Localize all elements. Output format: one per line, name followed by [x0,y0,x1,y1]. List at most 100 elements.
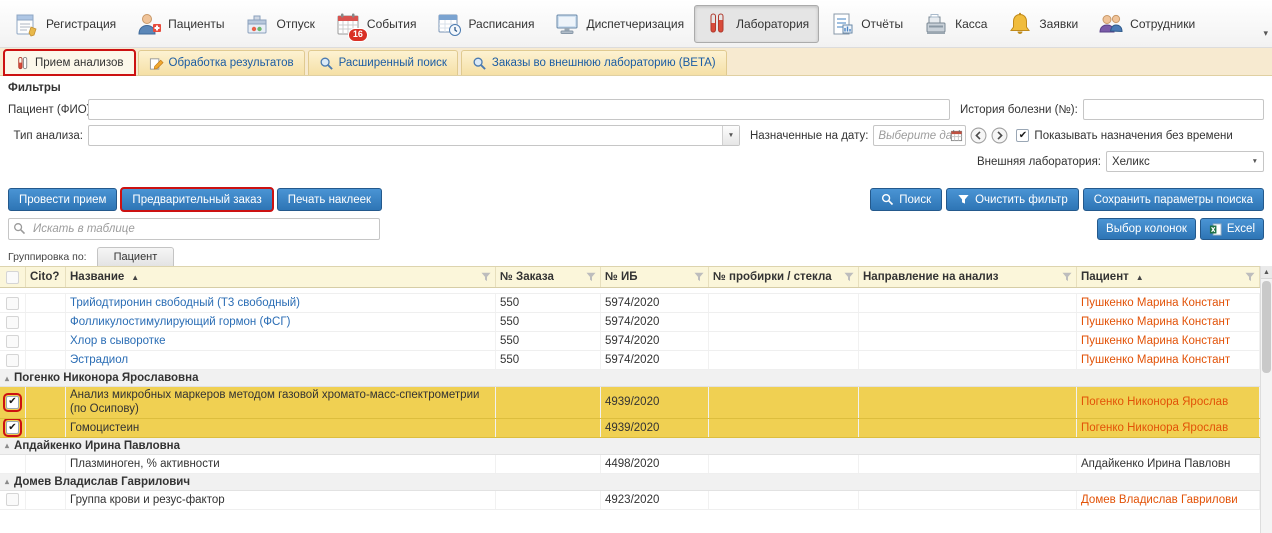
choose-columns-button[interactable]: Выбор колонок [1097,218,1196,240]
filter-funnel-icon[interactable] [1062,272,1072,282]
analysis-type-select[interactable]: ▼ [88,125,740,146]
group-row[interactable]: ▴Апдайкенко Ирина Павловна [0,438,1260,455]
analysis-name-cell[interactable]: Эстрадиол [66,351,496,369]
toolbar-item-patients[interactable]: Пациенты [126,5,234,43]
history-number-input[interactable] [1083,99,1264,120]
patient-cell: Пушкенко Марина Констант [1077,313,1260,331]
prev-date-button[interactable] [970,127,987,144]
grouping-chip-patient[interactable]: Пациент [97,247,175,266]
order-number-cell: 550 [496,294,601,312]
tube-number-cell [709,294,859,312]
toolbar-item-label: Касса [955,17,987,31]
column-header-order[interactable]: № Заказа [496,267,601,287]
filter-funnel-icon[interactable] [844,272,854,282]
preorder-button[interactable]: Предварительный заказ [121,188,272,211]
column-header-check[interactable] [0,267,26,287]
toolbar-item-label: Расписания [468,17,534,31]
toolbar-item-events[interactable]: 16События [325,5,427,43]
table-row[interactable]: Эстрадиол5505974/2020Пушкенко Марина Кон… [0,351,1260,370]
tube-number-cell [709,419,859,437]
row-checkbox[interactable] [6,335,19,348]
table-row[interactable]: Фолликулостимулирующий гормон (ФСГ)55059… [0,313,1260,332]
filter-funnel-icon[interactable] [694,272,704,282]
toolbar-item-employees[interactable]: Сотрудники [1088,5,1205,43]
save-search-params-button[interactable]: Сохранить параметры поиска [1083,188,1264,211]
patient-cell: Пушкенко Марина Констант [1077,294,1260,312]
toolbar-item-reports[interactable]: Отчёты [819,5,913,43]
referral-cell [859,387,1077,418]
tab-прием[interactable]: Прием анализов [4,50,135,75]
row-checkbox[interactable] [6,493,19,506]
analysis-name-cell[interactable]: Трийодтиронин свободный (Т3 свободный) [66,294,496,312]
receive-button[interactable]: Провести прием [8,188,117,211]
collapse-icon[interactable]: ▴ [5,374,9,383]
collapse-icon[interactable]: ▴ [5,441,9,450]
group-row[interactable]: ▴Погенко Никонора Ярославовна [0,370,1260,387]
requests-icon [1007,11,1033,37]
patients-icon [136,11,162,37]
row-checkbox[interactable] [6,297,19,310]
events-badge: 16 [348,28,368,42]
excel-export-button[interactable]: Excel [1200,218,1264,240]
patient-cell: Пушкенко Марина Констант [1077,351,1260,369]
row-check-cell [0,294,26,312]
toolbar-item-schedule[interactable]: Расписания [426,5,544,43]
table-row[interactable]: Группа крови и резус-фактор4923/2020Доме… [0,491,1260,510]
collapse-icon[interactable]: ▴ [5,477,9,486]
group-row[interactable]: ▴Домев Владислав Гаврилович [0,474,1260,491]
patient-fio-input[interactable] [88,99,950,120]
filter-funnel-icon[interactable] [481,272,491,282]
toolbar-item-cashbox[interactable]: Касса [913,5,997,43]
filter-funnel-icon[interactable] [586,272,596,282]
vertical-scrollbar[interactable]: ▲ [1260,266,1272,533]
select-all-checkbox[interactable] [6,271,19,284]
table-row[interactable]: Гомоцистеин4939/2020Погенко Никонора Яро… [0,419,1260,438]
table-row[interactable]: Трийодтиронин свободный (Т3 свободный)55… [0,294,1260,313]
toolbar-item-laboratory[interactable]: Лаборатория [694,5,819,43]
row-checkbox[interactable] [6,396,19,409]
toolbar-item-label: События [367,17,417,31]
next-date-button[interactable] [991,127,1008,144]
toolbar-item-label: Сотрудники [1130,17,1195,31]
filter-funnel-icon[interactable] [1245,272,1255,282]
scroll-up-icon[interactable]: ▲ [1261,266,1272,279]
filters-title: Фильтры [8,82,1264,94]
clear-filter-button[interactable]: Очистить фильтр [946,188,1079,211]
chevron-down-icon[interactable]: ▼ [722,126,739,145]
toolbar-overflow-chevron-icon[interactable]: ▾ [1263,28,1268,39]
column-header-ib[interactable]: № ИБ [601,267,709,287]
print-labels-button[interactable]: Печать наклеек [277,188,382,211]
analysis-name-cell[interactable]: Хлор в сыворотке [66,332,496,350]
row-checkbox[interactable] [6,354,19,367]
column-header-tube[interactable]: № пробирки / стекла [709,267,859,287]
row-check-cell [0,419,26,437]
toolbar-item-dispense[interactable]: Отпуск [234,5,324,43]
analysis-name-cell[interactable]: Фолликулостимулирующий гормон (ФСГ) [66,313,496,331]
toolbar-item-registration[interactable]: Регистрация [4,5,126,43]
toolbar-item-requests[interactable]: Заявки [997,5,1088,43]
tab-расширенный[interactable]: Расширенный поиск [308,50,458,75]
show-without-time-checkbox[interactable] [1016,129,1029,142]
calendar-icon[interactable] [950,129,963,142]
search-button[interactable]: Поиск [870,188,942,211]
external-lab-select[interactable]: Хеликс ▼ [1106,151,1264,172]
row-checkbox[interactable] [6,421,19,434]
column-header-cito[interactable]: Cito? [26,267,66,287]
table-row[interactable]: Хлор в сыворотке5505974/2020Пушкенко Мар… [0,332,1260,351]
column-label: Cito? [30,271,59,283]
ib-number-cell: 4923/2020 [601,491,709,509]
scrollbar-thumb[interactable] [1262,281,1271,373]
laboratory-icon [704,11,730,37]
tab-label: Прием анализов [35,57,124,69]
toolbar-item-dispatch[interactable]: Диспетчеризация [544,5,694,43]
table-search-input[interactable] [8,218,380,240]
table-row[interactable]: Анализ микробных маркеров методом газово… [0,387,1260,419]
tab-обработка[interactable]: Обработка результатов [138,50,305,75]
tab-заказы[interactable]: Заказы во внешнюю лабораторию (BETA) [461,50,727,75]
patient-cell: Апдайкенко Ирина Павловн [1077,455,1260,473]
column-header-patient[interactable]: Пациент▲ [1077,267,1260,287]
column-header-name[interactable]: Название▲ [66,267,496,287]
table-row[interactable]: Плазминоген, % активности4498/2020Апдайк… [0,455,1260,474]
row-checkbox[interactable] [6,316,19,329]
column-header-ref[interactable]: Направление на анализ [859,267,1077,287]
